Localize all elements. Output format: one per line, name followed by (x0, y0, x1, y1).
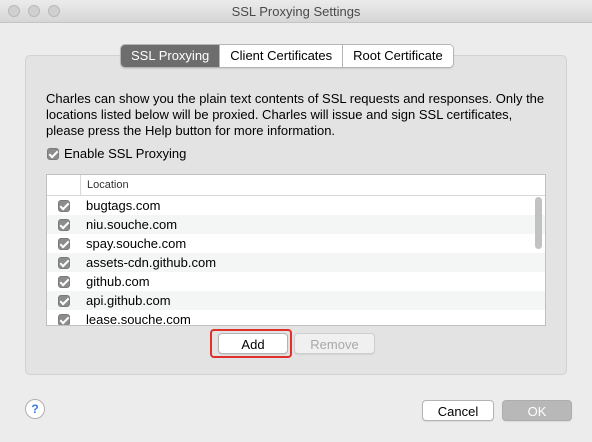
row-checkbox[interactable] (57, 313, 70, 325)
remove-button[interactable]: Remove (294, 333, 375, 354)
locations-table: Location bugtags.com niu.souche.com spay… (46, 174, 546, 326)
tab-root-certificate[interactable]: Root Certificate (343, 45, 453, 67)
checkbox-icon[interactable] (47, 147, 59, 160)
tab-bar: SSL Proxying Client Certificates Root Ce… (120, 44, 454, 68)
checkbox-column-header[interactable] (47, 175, 81, 195)
help-button[interactable]: ? (25, 399, 45, 419)
location-column-header[interactable]: Location (81, 175, 129, 195)
row-checkbox[interactable] (57, 199, 70, 212)
table-row[interactable]: api.github.com (47, 291, 545, 310)
table-row[interactable]: github.com (47, 272, 545, 291)
title-bar: SSL Proxying Settings (0, 0, 592, 23)
row-checkbox[interactable] (57, 275, 70, 288)
table-row[interactable]: lease.souche.com (47, 310, 545, 326)
ok-button[interactable]: OK (502, 400, 572, 421)
tab-client-certificates[interactable]: Client Certificates (220, 45, 344, 67)
table-row[interactable]: spay.souche.com (47, 234, 545, 253)
location-cell: spay.souche.com (86, 236, 187, 251)
table-row[interactable]: bugtags.com (47, 196, 545, 215)
window-title: SSL Proxying Settings (231, 4, 361, 19)
table-row[interactable]: niu.souche.com (47, 215, 545, 234)
row-checkbox[interactable] (57, 237, 70, 250)
location-cell: assets-cdn.github.com (86, 255, 217, 270)
location-cell: github.com (86, 274, 150, 289)
add-button-highlight (210, 329, 292, 358)
location-cell: niu.souche.com (86, 217, 178, 232)
location-cell: api.github.com (86, 293, 171, 308)
location-cell: bugtags.com (86, 198, 161, 213)
row-checkbox[interactable] (57, 218, 70, 231)
tab-ssl-proxying[interactable]: SSL Proxying (121, 45, 221, 67)
enable-ssl-proxying-checkbox[interactable]: Enable SSL Proxying (47, 146, 186, 161)
row-checkbox[interactable] (57, 256, 70, 269)
enable-ssl-proxying-label: Enable SSL Proxying (64, 146, 187, 161)
table-scrollbar[interactable] (535, 197, 542, 249)
location-cell: lease.souche.com (86, 312, 191, 326)
row-checkbox[interactable] (57, 294, 70, 307)
description-text: Charles can show you the plain text cont… (46, 91, 545, 138)
table-body: bugtags.com niu.souche.com spay.souche.c… (47, 196, 545, 326)
table-header: Location (47, 175, 545, 196)
table-row[interactable]: assets-cdn.github.com (47, 253, 545, 272)
cancel-button[interactable]: Cancel (422, 400, 494, 421)
